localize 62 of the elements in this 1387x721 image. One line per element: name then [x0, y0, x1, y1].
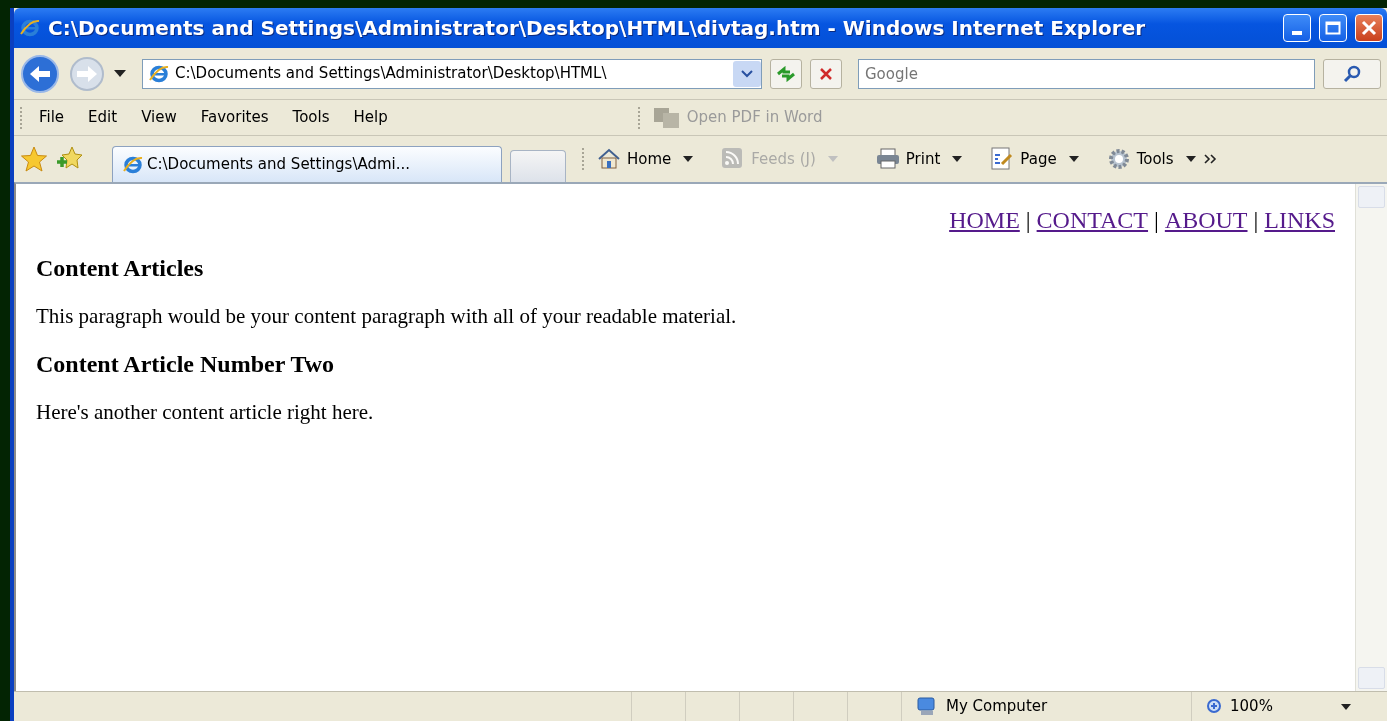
zoom-button[interactable]: 100% [1191, 692, 1341, 721]
nav-link[interactable]: CONTACT [1036, 202, 1149, 238]
chevron-icon[interactable] [1203, 154, 1218, 164]
nav-separator: | [1253, 206, 1259, 235]
search-field[interactable]: Google [858, 58, 1315, 89]
menu-item[interactable]: Help [345, 104, 396, 131]
menu-item[interactable]: Favorites [192, 104, 277, 131]
dropdown-arrow-icon[interactable] [114, 69, 126, 78]
toolbar-button[interactable]: Home [593, 145, 676, 173]
add-favorite-icon[interactable] [56, 146, 84, 172]
scrollbar[interactable] [1355, 184, 1387, 691]
browser-logo-icon [20, 18, 40, 38]
dropdown-arrow-icon[interactable] [952, 156, 963, 162]
toolbar-button[interactable]: Tools [1102, 145, 1178, 173]
favorites-star-icon[interactable] [20, 146, 48, 172]
stop-button[interactable] [810, 58, 842, 89]
close-icon [819, 66, 833, 81]
tab[interactable]: C:\Documents and Settings\Admi... [112, 146, 502, 182]
nav-link[interactable]: ABOUT [1164, 202, 1248, 238]
refresh-button[interactable] [770, 58, 802, 89]
page-icon [149, 63, 169, 84]
back-icon[interactable] [20, 53, 60, 94]
printer-icon [875, 147, 900, 171]
close-button[interactable] [1355, 14, 1383, 42]
minimize-icon [1292, 31, 1302, 35]
caret-icon [741, 69, 753, 78]
minimize-button[interactable] [1283, 14, 1311, 42]
nav-link[interactable]: HOME [949, 202, 1020, 238]
toolbar-button[interactable]: Page [986, 145, 1061, 173]
menu-item[interactable]: Edit [80, 104, 126, 131]
search-icon [1342, 63, 1362, 84]
menu-item[interactable]: View [133, 104, 185, 131]
menu-item[interactable]: File [31, 104, 73, 131]
refresh-icon [776, 65, 796, 82]
article-heading: Content Article Number Two [36, 350, 335, 380]
gear-icon [1106, 147, 1131, 171]
page-icon [990, 147, 1015, 171]
maximize-icon [1325, 21, 1341, 35]
security-zone: My Computer [946, 696, 1048, 718]
article-paragraph: This paragraph would be your content paragraph with all of your readable material. [36, 302, 738, 330]
documents-icon [652, 106, 681, 129]
computer-icon [916, 696, 938, 717]
search-button[interactable] [1323, 58, 1381, 89]
address-dropdown-button[interactable] [733, 60, 761, 87]
address-field[interactable]: C:\Documents and Settings\Administrator\Desktop\HTML\ [142, 58, 762, 89]
article-heading: Content Articles [36, 254, 205, 283]
nav-link[interactable]: LINKS [1264, 202, 1335, 238]
nav-separator: | [1025, 206, 1031, 235]
article-paragraph: Here's another content article right here. [36, 399, 375, 427]
menu-item[interactable]: Tools [284, 104, 338, 131]
page-icon [123, 154, 143, 175]
toolbar-button[interactable]: Print [871, 145, 945, 173]
home-icon [597, 147, 621, 171]
zoom-icon [1206, 697, 1224, 716]
dropdown-arrow-icon[interactable] [1185, 156, 1196, 162]
dropdown-arrow-icon[interactable] [1068, 156, 1079, 162]
dropdown-arrow-icon[interactable] [683, 156, 694, 162]
window-title: C:\Documents and Settings\Administrator\Desktop\HTML\divtag.htm - Windows Internet Explorer [48, 15, 1147, 42]
dropdown-arrow-icon[interactable] [1341, 703, 1351, 710]
maximize-button[interactable] [1319, 14, 1347, 42]
close-icon [1361, 20, 1377, 36]
nav-separator: | [1154, 206, 1159, 235]
